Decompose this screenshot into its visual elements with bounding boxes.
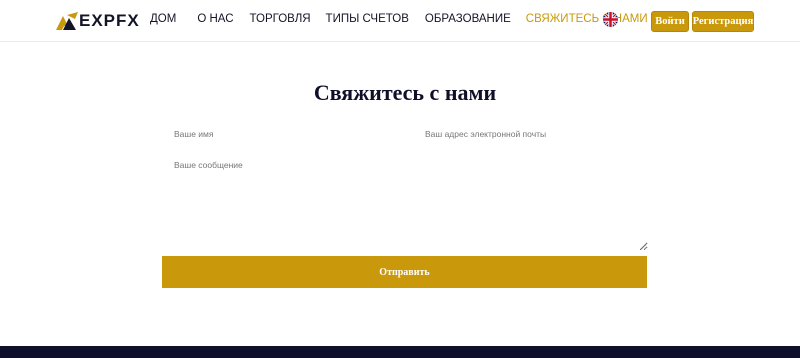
name-input[interactable]: [174, 126, 404, 142]
logo-text: EXPFX: [79, 11, 140, 30]
logo-mark-icon: [56, 12, 78, 30]
email-input[interactable]: [425, 126, 645, 142]
site-header: EXPFX ДОМ О НАС ТОРГОВЛЯ ТИПЫ СЧЕТОВ ОБР…: [0, 0, 800, 42]
resize-handle-icon[interactable]: [640, 243, 647, 250]
nav-item-about[interactable]: О НАС: [197, 12, 233, 26]
logo[interactable]: EXPFX: [56, 11, 140, 31]
nav-item-contact[interactable]: СВЯЖИТЕСЬ С НАМИ: [526, 12, 648, 26]
nav-item-home[interactable]: ДОМ: [150, 12, 176, 26]
nav-item-trading[interactable]: ТОРГОВЛЯ: [250, 12, 311, 26]
nav-item-education[interactable]: ОБРАЗОВАНИЕ: [425, 12, 511, 26]
login-button[interactable]: Войти: [651, 11, 689, 32]
footer: [0, 346, 800, 358]
register-button[interactable]: Регистрация: [692, 11, 754, 32]
nav-item-account-types[interactable]: ТИПЫ СЧЕТОВ: [326, 12, 409, 26]
message-textarea[interactable]: [170, 157, 648, 251]
uk-flag-icon[interactable]: [603, 12, 618, 27]
main-nav: ДОМ О НАС ТОРГОВЛЯ ТИПЫ СЧЕТОВ ОБРАЗОВАН…: [150, 12, 648, 26]
submit-button[interactable]: Отправить: [162, 256, 647, 288]
page-title: Свяжитесь с нами: [313, 80, 497, 105]
